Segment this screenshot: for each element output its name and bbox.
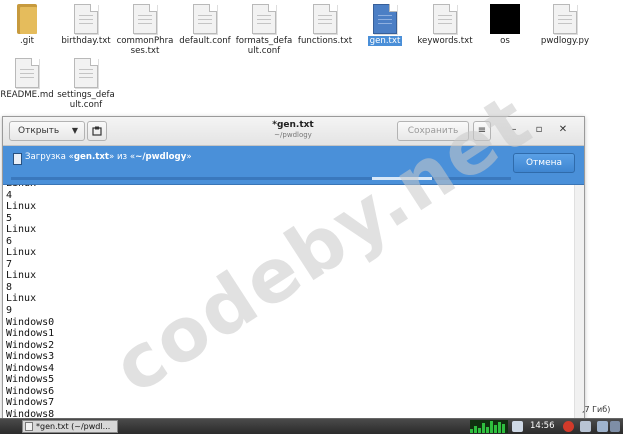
- text-line: 8: [6, 281, 13, 293]
- save-button[interactable]: Сохранить: [397, 121, 469, 141]
- binary-file-icon: [490, 4, 520, 34]
- power-icon[interactable]: [563, 421, 574, 432]
- text-file-icon: [313, 4, 337, 34]
- text-file-icon: [193, 4, 217, 34]
- loading-progress-bar: [11, 177, 511, 180]
- text-line: Windows0: [6, 316, 55, 328]
- text-line: 9: [6, 305, 13, 317]
- desktop-icon-keywords[interactable]: keywords.txt: [414, 4, 476, 46]
- text-line: Windows4: [6, 362, 55, 374]
- text-file-icon: [553, 4, 577, 34]
- text-line: Linux: [6, 201, 37, 213]
- screenshot-icon[interactable]: [580, 421, 591, 432]
- document-icon: [13, 153, 22, 165]
- text-file-icon: [133, 4, 157, 34]
- maximize-icon: ▫: [535, 124, 543, 135]
- header-bar: Открыть ▼ *gen.txt ~/pwdlogy Сохранить ≡…: [3, 117, 584, 146]
- document-add-icon: [92, 126, 102, 136]
- taskbar: *gen.txt (~/pwdl... 14:56: [0, 418, 623, 434]
- text-line: Windows3: [6, 351, 55, 363]
- text-file-icon: [252, 4, 276, 34]
- text-editor-icon: [25, 422, 33, 431]
- text-line: Linux: [6, 270, 37, 282]
- desktop-icon-commonphrases[interactable]: commonPhra ses.txt: [114, 4, 176, 56]
- volume-icon[interactable]: [597, 421, 608, 432]
- maximize-button[interactable]: ▫: [532, 123, 546, 137]
- disk-usage-label: ,7 Гиб): [582, 405, 611, 414]
- cancel-button[interactable]: Отмена: [513, 153, 575, 173]
- desktop-icon-settings-default[interactable]: settings_defa ult.conf: [55, 58, 117, 110]
- desktop-icon-functions[interactable]: functions.txt: [294, 4, 356, 46]
- text-line: Linux: [6, 247, 37, 259]
- text-line: Windows6: [6, 385, 55, 397]
- tray-icon[interactable]: [610, 421, 620, 432]
- clock[interactable]: 14:56: [530, 421, 555, 431]
- text-file-icon: [433, 4, 457, 34]
- text-file-icon: [373, 4, 397, 34]
- vertical-scrollbar[interactable]: [574, 185, 584, 419]
- loading-infobar: Загрузка «gen.txt» из «~/pwdlogy» Отмена: [3, 146, 584, 185]
- close-button[interactable]: ✕: [556, 123, 570, 137]
- desktop-icon-formats-default[interactable]: formats_defa ult.conf: [233, 4, 295, 56]
- window-title: *gen.txt: [272, 120, 314, 130]
- text-file-icon: [74, 4, 98, 34]
- minimize-icon: –: [511, 124, 517, 135]
- desktop-icon-gen-txt-selected[interactable]: gen.txt: [354, 4, 416, 46]
- text-editing-area[interactable]: Linux4Linux5Linux6Linux7Linux8Linux9Wind…: [3, 185, 573, 419]
- minimize-button[interactable]: –: [507, 123, 521, 137]
- desktop-icon-default-conf[interactable]: default.conf: [174, 4, 236, 46]
- desktop-icon-os[interactable]: os: [474, 4, 536, 46]
- desktop-icon-git[interactable]: .git: [0, 4, 58, 46]
- chevron-down-icon: ▼: [71, 126, 78, 135]
- open-button[interactable]: Открыть ▼: [9, 121, 85, 141]
- text-line: Linux: [6, 293, 37, 305]
- text-line: 7: [6, 258, 13, 270]
- text-line: Windows2: [6, 339, 55, 351]
- new-document-button[interactable]: [87, 121, 107, 141]
- text-file-icon: [15, 58, 39, 88]
- network-icon[interactable]: [512, 421, 523, 432]
- text-line: 6: [6, 235, 13, 247]
- close-icon: ✕: [558, 124, 568, 135]
- text-line: 5: [6, 212, 13, 224]
- text-line: 4: [6, 189, 13, 201]
- desktop-icon-readme[interactable]: README.md: [0, 58, 58, 100]
- text-lines: Linux4Linux5Linux6Linux7Linux8Linux9Wind…: [6, 185, 54, 419]
- folder-icon: [17, 4, 37, 34]
- menu-icon: ≡: [477, 125, 487, 136]
- text-line: Linux: [6, 224, 37, 236]
- desktop-icon-pwdlogy-py[interactable]: pwdlogy.py: [534, 4, 596, 46]
- loading-message: Загрузка «gen.txt» из «~/pwdlogy»: [25, 152, 192, 162]
- window-subtitle: ~/pwdlogy: [274, 131, 312, 139]
- cpu-monitor-graph[interactable]: [470, 420, 508, 433]
- text-editor-window: Открыть ▼ *gen.txt ~/pwdlogy Сохранить ≡…: [2, 116, 585, 420]
- text-file-icon: [74, 58, 98, 88]
- text-line: Windows1: [6, 328, 55, 340]
- hamburger-menu-button[interactable]: ≡: [473, 121, 491, 141]
- desktop-icon-birthday[interactable]: birthday.txt: [55, 4, 117, 46]
- taskbar-item-gen-txt[interactable]: *gen.txt (~/pwdl...: [22, 420, 118, 433]
- text-line: Windows7: [6, 397, 55, 409]
- text-line: Windows5: [6, 374, 55, 386]
